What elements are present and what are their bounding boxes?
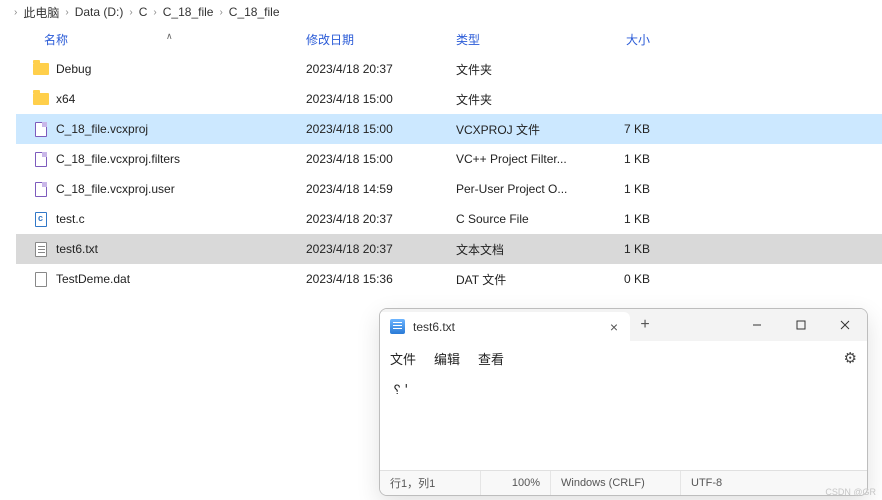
file-size: 1 KB <box>586 242 656 256</box>
status-line-ending: Windows (CRLF) <box>550 471 680 495</box>
txt-icon <box>32 240 50 258</box>
file-name: x64 <box>56 92 75 106</box>
notepad-titlebar[interactable]: test6.txt × + <box>380 309 867 341</box>
new-tab-button[interactable]: + <box>630 309 660 341</box>
column-headers: 名称 ∧ 修改日期 类型 大小 <box>16 24 882 54</box>
notepad-app-icon <box>390 319 405 334</box>
maximize-button[interactable] <box>779 309 823 341</box>
file-size: 1 KB <box>586 182 656 196</box>
column-header-date[interactable]: 修改日期 <box>306 31 456 48</box>
file-name-cell[interactable]: test6.txt <box>16 240 306 258</box>
vcx-icon <box>32 120 50 138</box>
file-name-cell[interactable]: C_18_file.vcxproj.user <box>16 180 306 198</box>
folder-icon <box>32 90 50 108</box>
table-row[interactable]: TestDeme.dat 2023/4/18 15:36DAT 文件0 KB <box>16 264 882 294</box>
chevron-right-icon: › <box>129 7 132 18</box>
file-size: 1 KB <box>586 212 656 226</box>
breadcrumb-item[interactable]: C_18_file <box>163 5 214 19</box>
file-name: C_18_file.vcxproj.user <box>56 182 175 196</box>
status-position: 行1，列1 <box>380 471 480 495</box>
close-icon <box>840 320 850 330</box>
file-date: 2023/4/18 15:00 <box>306 152 456 166</box>
file-list-panel: 名称 ∧ 修改日期 类型 大小 Debug2023/4/18 20:37文件夹x… <box>0 24 882 294</box>
file-date: 2023/4/18 20:37 <box>306 212 456 226</box>
file-name: C_18_file.vcxproj <box>56 122 148 136</box>
chevron-right-icon: › <box>65 7 68 18</box>
file-name-cell[interactable]: C_18_file.vcxproj.filters <box>16 150 306 168</box>
close-tab-icon[interactable]: × <box>610 319 618 335</box>
status-zoom[interactable]: 100% <box>480 471 550 495</box>
gear-icon[interactable]: ⚙ <box>844 349 857 367</box>
table-row[interactable]: Debug 2023/4/18 20:37文件夹 <box>16 54 882 84</box>
file-name-cell[interactable]: x64 <box>16 90 306 108</box>
breadcrumb[interactable]: › 此电脑 › Data (D:) › C › C_18_file › C_18… <box>0 0 882 24</box>
file-name: C_18_file.vcxproj.filters <box>56 152 180 166</box>
notepad-tab[interactable]: test6.txt × <box>380 312 630 341</box>
notepad-statusbar: 行1，列1 100% Windows (CRLF) UTF-8 <box>380 470 867 495</box>
c-icon <box>32 210 50 228</box>
chevron-right-icon: › <box>14 7 17 18</box>
menu-file[interactable]: 文件 <box>390 349 416 368</box>
column-header-size[interactable]: 大小 <box>586 31 656 48</box>
file-size: 7 KB <box>586 122 656 136</box>
file-type: 文件夹 <box>456 61 586 78</box>
file-size: 0 KB <box>586 272 656 286</box>
file-date: 2023/4/18 20:37 <box>306 62 456 76</box>
file-date: 2023/4/18 15:00 <box>306 92 456 106</box>
minimize-icon <box>752 320 762 330</box>
breadcrumb-item[interactable]: C_18_file <box>229 5 280 19</box>
file-type: 文本文档 <box>456 241 586 258</box>
breadcrumb-item[interactable]: C <box>139 5 148 19</box>
watermark: CSDN @GR <box>825 487 876 497</box>
file-name-cell[interactable]: TestDeme.dat <box>16 270 306 288</box>
table-row[interactable]: C_18_file.vcxproj.filters 2023/4/18 15:00… <box>16 144 882 174</box>
file-type: VC++ Project Filter... <box>456 152 586 166</box>
file-rows: Debug2023/4/18 20:37文件夹x642023/4/18 15:0… <box>16 54 882 294</box>
file-size: 1 KB <box>586 152 656 166</box>
table-row[interactable]: x64 2023/4/18 15:00文件夹 <box>16 84 882 114</box>
file-date: 2023/4/18 20:37 <box>306 242 456 256</box>
file-date: 2023/4/18 14:59 <box>306 182 456 196</box>
file-type: C Source File <box>456 212 586 226</box>
column-header-type[interactable]: 类型 <box>456 31 586 48</box>
file-type: VCXPROJ 文件 <box>456 121 586 138</box>
file-type: Per-User Project O... <box>456 182 586 196</box>
menu-view[interactable]: 查看 <box>478 349 504 368</box>
minimize-button[interactable] <box>735 309 779 341</box>
column-header-name-label: 名称 <box>44 33 68 47</box>
table-row[interactable]: test.c 2023/4/18 20:37C Source File1 KB <box>16 204 882 234</box>
notepad-window[interactable]: test6.txt × + 文件 编辑 查看 ⚙ ␦' 行1，列1 100% W… <box>379 308 868 496</box>
file-date: 2023/4/18 15:00 <box>306 122 456 136</box>
column-header-name[interactable]: 名称 ∧ <box>16 31 306 48</box>
vcx-icon <box>32 150 50 168</box>
chevron-right-icon: › <box>153 7 156 18</box>
file-name: test6.txt <box>56 242 98 256</box>
window-controls <box>735 309 867 341</box>
notepad-tab-title: test6.txt <box>413 320 455 334</box>
vcx-icon <box>32 180 50 198</box>
file-name: TestDeme.dat <box>56 272 130 286</box>
close-window-button[interactable] <box>823 309 867 341</box>
file-date: 2023/4/18 15:36 <box>306 272 456 286</box>
file-name-cell[interactable]: C_18_file.vcxproj <box>16 120 306 138</box>
file-name: Debug <box>56 62 91 76</box>
chevron-right-icon: › <box>219 7 222 18</box>
file-name-cell[interactable]: Debug <box>16 60 306 78</box>
folder-icon <box>32 60 50 78</box>
breadcrumb-item[interactable]: 此电脑 <box>23 4 59 21</box>
file-icon <box>32 270 50 288</box>
table-row[interactable]: C_18_file.vcxproj.user 2023/4/18 14:59Per… <box>16 174 882 204</box>
notepad-menubar: 文件 编辑 查看 ⚙ <box>380 341 867 375</box>
file-name: test.c <box>56 212 85 226</box>
file-type: 文件夹 <box>456 91 586 108</box>
sort-indicator-icon: ∧ <box>166 31 173 42</box>
maximize-icon <box>796 320 806 330</box>
file-type: DAT 文件 <box>456 271 586 288</box>
file-name-cell[interactable]: test.c <box>16 210 306 228</box>
notepad-text-area[interactable]: ␦' <box>380 375 867 470</box>
menu-edit[interactable]: 编辑 <box>434 349 460 368</box>
table-row[interactable]: test6.txt 2023/4/18 20:37文本文档1 KB <box>16 234 882 264</box>
table-row[interactable]: C_18_file.vcxproj 2023/4/18 15:00VCXPROJ … <box>16 114 882 144</box>
breadcrumb-item[interactable]: Data (D:) <box>75 5 124 19</box>
